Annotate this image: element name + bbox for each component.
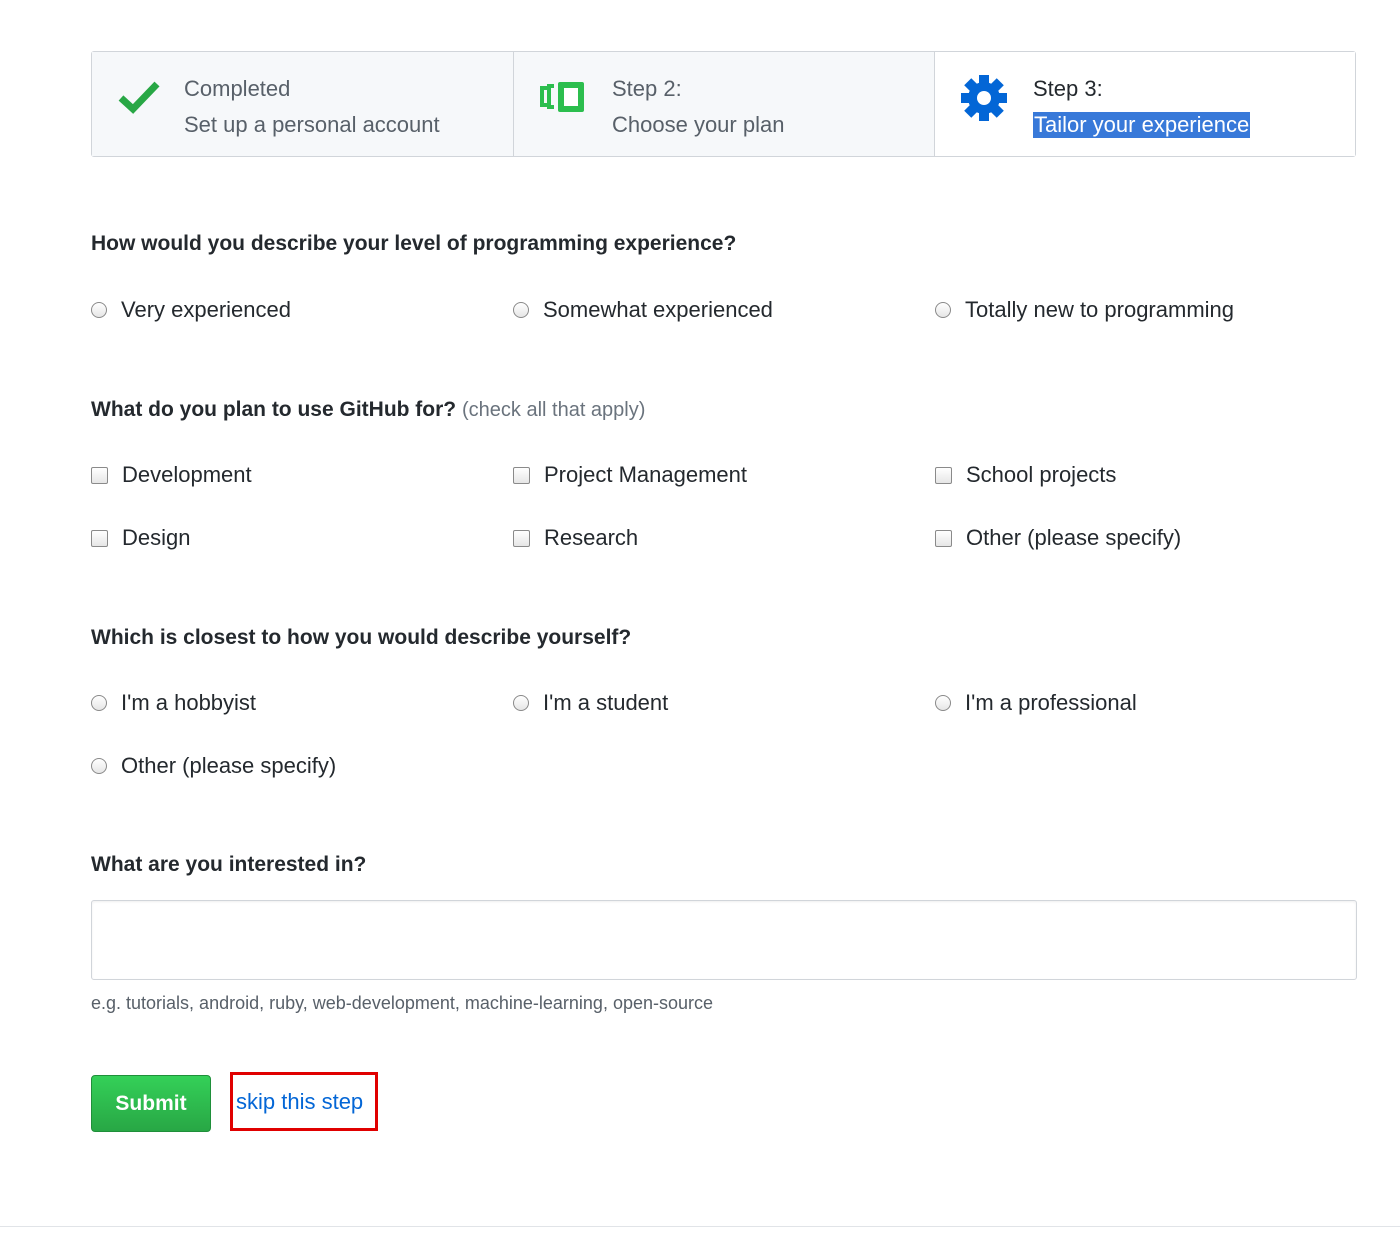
checkbox[interactable] <box>935 529 952 547</box>
radio-professional[interactable]: I'm a professional <box>935 690 1137 716</box>
step-3-subtitle: Tailor your experience <box>1033 112 1251 138</box>
checkbox-research[interactable]: Research <box>513 525 638 551</box>
radio-somewhat-experienced[interactable]: Somewhat experienced <box>513 297 773 323</box>
checkbox-school-projects[interactable]: School projects <box>935 462 1116 488</box>
option-label: Somewhat experienced <box>543 297 773 322</box>
checkbox[interactable] <box>91 466 108 484</box>
skip-step-link[interactable]: skip this step <box>230 1072 378 1131</box>
usage-question-hint: (check all that apply) <box>461 399 646 421</box>
checkbox-project-management[interactable]: Project Management <box>513 462 747 488</box>
checkbox[interactable] <box>935 466 952 484</box>
radio-very-experienced[interactable]: Very experienced <box>91 297 291 323</box>
submit-button[interactable]: Submit <box>91 1075 211 1132</box>
option-label: I'm a student <box>543 690 669 715</box>
option-label: Other (please specify) <box>121 753 337 778</box>
plan-icon <box>538 78 590 121</box>
checkmark-icon <box>118 80 160 119</box>
checkbox-development[interactable]: Development <box>91 462 252 488</box>
checkbox-design[interactable]: Design <box>91 525 190 551</box>
skip-step-label[interactable]: skip this step <box>236 1089 363 1115</box>
option-label: Research <box>544 525 639 550</box>
option-label: Project Management <box>544 462 747 487</box>
step-tailor-experience: Step 3: Tailor your experience <box>935 52 1355 156</box>
interests-question: What are you interested in? <box>91 853 367 876</box>
step-choose-plan: Step 2: Choose your plan <box>514 52 935 156</box>
option-label: Very experienced <box>121 297 291 322</box>
radio-button[interactable] <box>91 302 107 318</box>
radio-button[interactable] <box>91 758 107 774</box>
step-1-title: Completed <box>184 76 291 101</box>
checkbox[interactable] <box>91 529 108 547</box>
interests-note: e.g. tutorials, android, ruby, web-devel… <box>91 993 714 1013</box>
experience-question: How would you describe your level of pro… <box>91 232 737 255</box>
radio-button[interactable] <box>513 695 529 711</box>
option-label: Design <box>122 525 191 550</box>
checkbox-other[interactable]: Other (please specify) <box>935 525 1181 551</box>
option-label: I'm a professional <box>965 690 1137 715</box>
signup-steps: Completed Set up a personal account Step… <box>91 51 1356 157</box>
step-2-subtitle: Choose your plan <box>612 112 785 137</box>
footer-divider <box>0 1226 1400 1227</box>
gear-icon <box>959 73 1009 128</box>
option-label: School projects <box>966 462 1117 487</box>
radio-button[interactable] <box>935 695 951 711</box>
radio-button[interactable] <box>935 302 951 318</box>
radio-other[interactable]: Other (please specify) <box>91 753 336 779</box>
radio-student[interactable]: I'm a student <box>513 690 668 716</box>
radio-totally-new[interactable]: Totally new to programming <box>935 297 1234 323</box>
radio-button[interactable] <box>91 695 107 711</box>
interests-input[interactable] <box>91 900 1357 980</box>
radio-hobbyist[interactable]: I'm a hobbyist <box>91 690 256 716</box>
checkbox[interactable] <box>513 466 530 484</box>
option-label: Other (please specify) <box>966 525 1182 550</box>
usage-question: What do you plan to use GitHub for? (che… <box>91 398 645 422</box>
step-3-title: Step 3: <box>1033 76 1103 101</box>
step-1-subtitle: Set up a personal account <box>184 112 440 137</box>
option-label: Development <box>122 462 252 487</box>
step-completed: Completed Set up a personal account <box>92 52 514 156</box>
option-label: I'm a hobbyist <box>121 690 257 715</box>
step-2-title: Step 2: <box>612 76 682 101</box>
self-description-question: Which is closest to how you would descri… <box>91 626 632 649</box>
checkbox[interactable] <box>513 529 530 547</box>
usage-question-label: What do you plan to use GitHub for? <box>91 398 457 421</box>
option-label: Totally new to programming <box>965 297 1235 322</box>
radio-button[interactable] <box>513 302 529 318</box>
